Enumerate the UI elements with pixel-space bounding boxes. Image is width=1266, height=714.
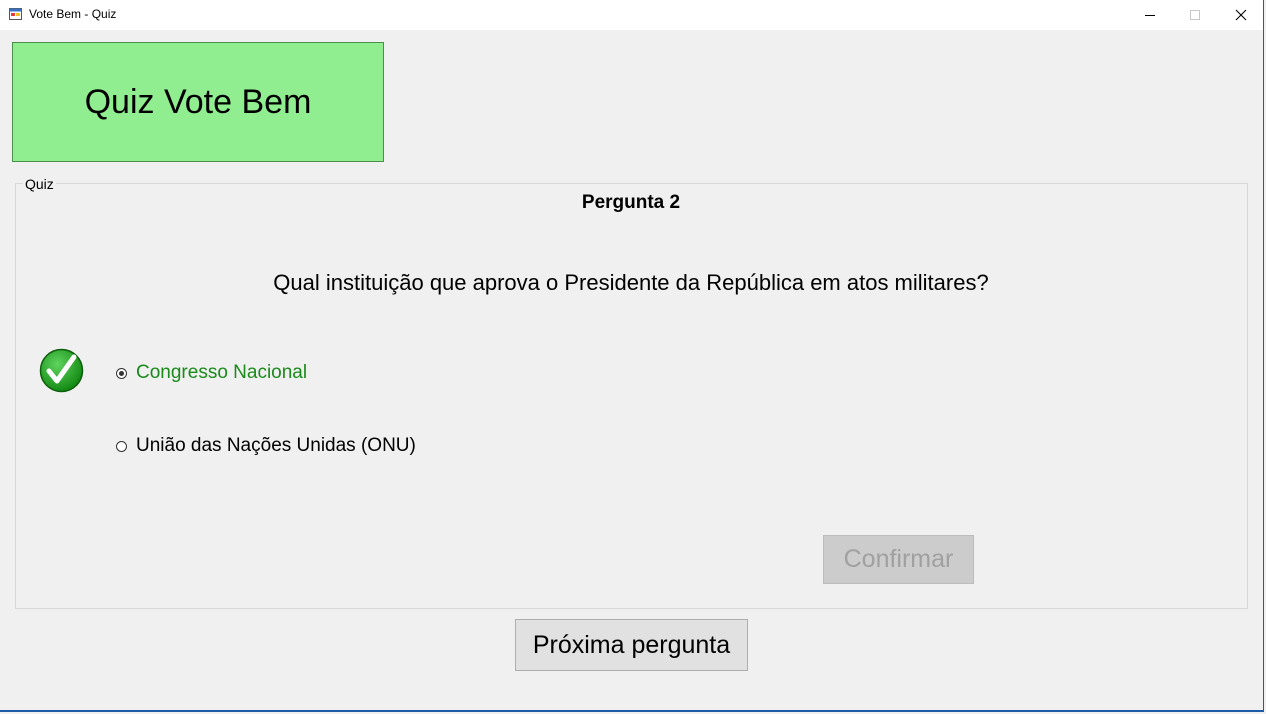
minimize-button[interactable] xyxy=(1127,0,1173,30)
maximize-icon xyxy=(1190,10,1200,20)
window-title: Vote Bem - Quiz xyxy=(29,7,117,21)
quiz-groupbox xyxy=(15,183,1248,609)
close-button[interactable] xyxy=(1218,0,1264,30)
minimize-icon xyxy=(1145,15,1155,16)
confirm-button[interactable]: Confirmar xyxy=(823,535,974,584)
quiz-window: Vote Bem - Quiz Quiz Vote Bem Quiz Pergu… xyxy=(0,0,1264,712)
answer-option-label: União das Nações Unidas (ONU) xyxy=(136,435,416,456)
answer-option-2[interactable]: União das Nações Unidas (ONU) xyxy=(116,435,416,457)
close-icon xyxy=(1235,9,1247,21)
radio-button-checked[interactable] xyxy=(116,367,127,379)
answer-option-label: Congresso Nacional xyxy=(136,362,308,383)
groupbox-label: Quiz xyxy=(23,176,56,192)
question-text: Qual instituição que aprova o Presidente… xyxy=(273,270,989,295)
question-number: Pergunta 2 xyxy=(581,192,681,213)
header-banner: Quiz Vote Bem xyxy=(12,42,384,162)
checkmark-icon xyxy=(39,348,84,393)
title-bar: Vote Bem - Quiz xyxy=(0,0,1263,30)
form-icon xyxy=(9,8,22,20)
header-title: Quiz Vote Bem xyxy=(84,82,312,121)
answer-option-1[interactable]: Congresso Nacional xyxy=(116,362,307,384)
next-question-button[interactable]: Próxima pergunta xyxy=(515,619,748,671)
radio-button-unchecked[interactable] xyxy=(116,440,127,452)
maximize-button[interactable] xyxy=(1172,0,1218,30)
